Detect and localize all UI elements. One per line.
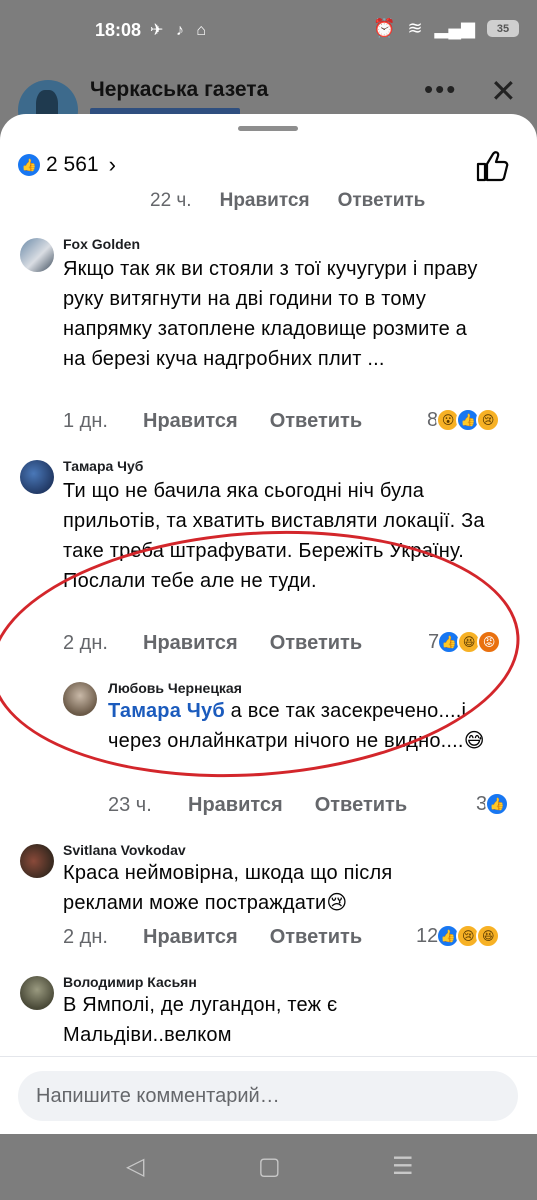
haha-reaction-icon: 😆 [476, 924, 501, 948]
avatar[interactable] [20, 976, 54, 1010]
signal-icon: ▂▄▆ [434, 18, 475, 38]
page-title: Черкаська газета [90, 78, 269, 101]
thumbs-up-icon[interactable] [474, 148, 510, 184]
reaction-count: 12 [416, 924, 439, 947]
avatar[interactable] [20, 844, 54, 878]
reaction-summary[interactable]: 7 👍 😆 😡 [428, 630, 502, 654]
status-app-icons: ✈ ♪ ⌂ [150, 22, 210, 39]
comment-text: Тамара Чуб а все так засекречено....і че… [108, 696, 488, 756]
comment-input[interactable] [18, 1071, 518, 1121]
reaction-summary[interactable]: 3 👍 [476, 792, 510, 816]
partial-time: 22 ч. [150, 190, 192, 211]
reply-button[interactable]: Ответить [270, 410, 362, 433]
recent-apps-icon[interactable]: ☰ [392, 1152, 414, 1181]
like-button[interactable]: Нравится [143, 926, 238, 949]
sad-reaction-icon: 😢 [476, 408, 501, 432]
status-right-icons: ⏰ ≋ ▂▄▆ 35 [373, 18, 519, 39]
comment-composer [0, 1056, 537, 1134]
likes-summary[interactable]: 👍 2 561 › [18, 152, 116, 178]
comment-time: 23 ч. [108, 794, 152, 816]
comment-time: 2 дн. [63, 632, 108, 654]
like-icon: 👍 [18, 154, 40, 176]
avatar[interactable] [20, 460, 54, 494]
comment-text: Краса неймовірна, шкода що після реклами… [63, 862, 393, 914]
battery-icon: 35 [487, 20, 519, 37]
comment-author[interactable]: Тамара Чуб [63, 458, 143, 474]
comment-actions: 2 дн. Нравится Ответить [63, 632, 394, 655]
mention-link[interactable]: Тамара Чуб [108, 700, 225, 722]
comment-actions: 23 ч. Нравится Ответить [108, 794, 439, 817]
reply-button[interactable]: Ответить [270, 632, 362, 655]
home-icon[interactable]: ▢ [258, 1152, 281, 1181]
sheet-drag-handle[interactable] [238, 126, 298, 131]
avatar[interactable] [63, 682, 97, 716]
partial-like-button[interactable]: Нравится [220, 190, 310, 212]
more-icon[interactable]: ••• [424, 74, 457, 105]
comments-sheet: 👍 2 561 › 22 ч. Нравится Ответить Fox Go… [0, 114, 537, 1134]
status-bar: 18:08 ✈ ♪ ⌂ ⏰ ≋ ▂▄▆ 35 [0, 0, 537, 62]
system-nav-bar: ◁ ▢ ☰ [0, 1134, 537, 1200]
avatar[interactable] [20, 238, 54, 272]
angry-reaction-icon: 😡 [477, 630, 502, 654]
reaction-summary[interactable]: 12 👍 😢 😆 [416, 924, 501, 948]
comment-time: 2 дн. [63, 926, 108, 948]
partial-action-row: 22 ч. Нравится Ответить [150, 190, 425, 212]
like-reaction-icon: 👍 [485, 792, 510, 816]
chevron-right-icon: › [108, 152, 116, 177]
comment-text: В Ямполі, де лугандон, теж є Мальдіви..в… [63, 994, 338, 1046]
reply-button[interactable]: Ответить [315, 794, 407, 817]
wifi-icon: ≋ [407, 18, 423, 38]
comment-author[interactable]: Svitlana Vovkodav [63, 842, 186, 858]
comment-actions: 2 дн. Нравится Ответить [63, 926, 394, 949]
comment-author[interactable]: Любовь Чернецкая [108, 680, 242, 696]
comment-author[interactable]: Володимир Касьян [63, 974, 197, 990]
comment-text: Якщо так як ви стояли з тої кучугури і п… [63, 258, 478, 370]
like-button[interactable]: Нравится [188, 794, 283, 817]
reply-button[interactable]: Ответить [270, 926, 362, 949]
back-icon[interactable]: ◁ [126, 1152, 144, 1181]
status-time: 18:08 [95, 20, 142, 40]
comment-text: Ти що не бачила яка сьогодні ніч була пр… [63, 480, 485, 592]
comment-actions: 1 дн. Нравится Ответить [63, 410, 394, 433]
like-button[interactable]: Нравится [143, 410, 238, 433]
partial-reply-button[interactable]: Ответить [338, 190, 426, 212]
comment-author[interactable]: Fox Golden [63, 236, 140, 252]
alarm-icon: ⏰ [373, 18, 396, 38]
close-icon[interactable]: ✕ [490, 72, 517, 110]
like-button[interactable]: Нравится [143, 632, 238, 655]
like-count: 2 561 [46, 153, 99, 176]
comment-time: 1 дн. [63, 410, 108, 432]
reaction-summary[interactable]: 8 😮 👍 😢 [427, 408, 501, 432]
